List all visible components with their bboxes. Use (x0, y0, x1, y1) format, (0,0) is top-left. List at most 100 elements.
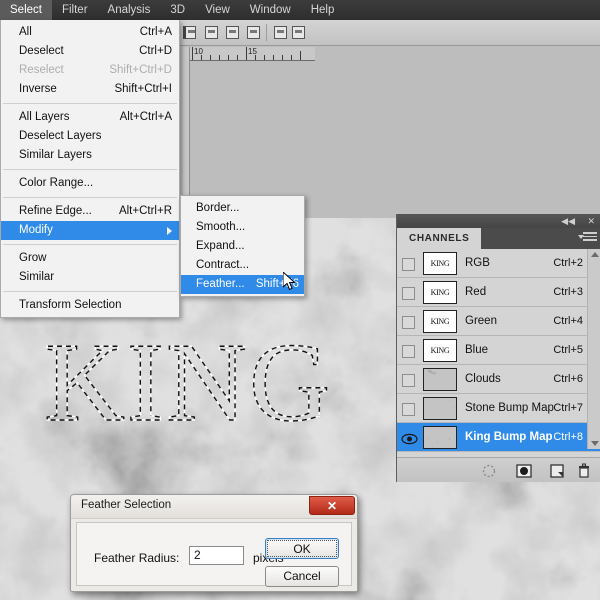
select-dropdown-menu[interactable]: AllCtrl+ADeselectCtrl+DReselectShift+Ctr… (0, 20, 180, 318)
scroll-down-arrow-icon[interactable] (591, 441, 599, 446)
menu-item-reselect[interactable]: ReselectShift+Ctrl+D (1, 61, 179, 80)
load-channel-as-selection-icon[interactable] (481, 463, 497, 479)
panel-tab-row[interactable]: CHANNELS (397, 228, 600, 249)
channel-row[interactable]: KINGRedCtrl+3 (397, 278, 600, 307)
menu-item-shortcut: Ctrl+D (139, 42, 172, 61)
menu-item-label: Color Range... (19, 177, 93, 189)
menu-bar[interactable]: SelectFilterAnalysis3DViewWindowHelp (0, 0, 600, 20)
channel-row[interactable]: CloudsCtrl+6 (397, 365, 600, 394)
menu-item-all-layers[interactable]: All LayersAlt+Ctrl+A (1, 108, 179, 127)
king-artwork-selection: KING KING (40, 318, 390, 438)
distribute-top-edges-icon[interactable] (274, 26, 287, 39)
channel-row[interactable]: KINGGreenCtrl+4 (397, 307, 600, 336)
submenu-arrow-icon (167, 227, 172, 235)
create-new-channel-icon[interactable] (549, 463, 565, 479)
menu-separator (3, 169, 177, 170)
channel-visibility-toggle[interactable] (399, 369, 419, 389)
channel-name: Green (465, 307, 497, 336)
channel-shortcut: Ctrl+5 (553, 336, 583, 365)
menu-separator (3, 291, 177, 292)
channel-thumbnail[interactable] (423, 426, 457, 449)
channel-row[interactable]: Stone Bump MapCtrl+7 (397, 394, 600, 423)
eye-icon-empty (402, 258, 415, 271)
channel-visibility-toggle[interactable] (399, 427, 419, 447)
channel-thumbnail[interactable] (423, 397, 457, 420)
eye-icon (401, 433, 418, 445)
ok-button-label: OK (267, 540, 337, 557)
channel-thumbnail[interactable] (423, 368, 457, 391)
channel-shortcut: Ctrl+8 (553, 423, 583, 452)
channel-thumbnail[interactable]: KING (423, 339, 457, 362)
ruler-label-10: 10 (194, 47, 203, 56)
channel-name: King Bump Map (465, 423, 553, 452)
menu-item-modify[interactable]: Modify (1, 221, 179, 240)
tab-channels[interactable]: CHANNELS (397, 228, 481, 249)
eye-icon-empty (402, 345, 415, 358)
channel-list-scrollbar[interactable] (587, 249, 600, 449)
menu-item-label: Reselect (19, 64, 64, 76)
menu-item-expand[interactable]: Expand... (181, 237, 304, 256)
feather-selection-dialog[interactable]: Feather Selection ✕ Feather Radius: 2 pi… (70, 494, 358, 592)
save-selection-as-channel-icon[interactable] (516, 463, 532, 479)
menu-item-inverse[interactable]: InverseShift+Ctrl+I (1, 80, 179, 99)
channel-thumbnail[interactable]: KING (423, 310, 457, 333)
align-bottom-edges-icon[interactable] (247, 26, 260, 39)
collapse-panel-icon[interactable]: ◀◀ (561, 216, 575, 226)
channel-visibility-toggle[interactable] (399, 398, 419, 418)
menu-item-refine-edge[interactable]: Refine Edge...Alt+Ctrl+R (1, 202, 179, 221)
channel-visibility-toggle[interactable] (399, 340, 419, 360)
thumbnail-text: KING (424, 259, 456, 268)
channel-row[interactable]: KING RGB Ctrl+2 (397, 249, 600, 278)
menu-item-transform-selection[interactable]: Transform Selection (1, 296, 179, 315)
menu-analysis[interactable]: Analysis (98, 0, 161, 20)
menu-view[interactable]: View (195, 0, 240, 20)
menu-window[interactable]: Window (240, 0, 301, 20)
menu-item-similar-layers[interactable]: Similar Layers (1, 146, 179, 165)
menu-item-label: Inverse (19, 83, 57, 95)
delete-channel-icon[interactable] (576, 463, 592, 479)
channels-panel-footer[interactable] (397, 457, 600, 482)
channel-visibility-toggle[interactable] (399, 253, 419, 273)
close-icon[interactable]: ✕ (309, 496, 355, 515)
scroll-up-arrow-icon[interactable] (591, 252, 599, 257)
eye-icon-empty (402, 287, 415, 300)
channel-name: Blue (465, 336, 488, 365)
panel-menu-icon[interactable] (583, 232, 597, 244)
menu-item-smooth[interactable]: Smooth... (181, 218, 304, 237)
menu-3d[interactable]: 3D (160, 0, 195, 20)
channel-row[interactable]: KING Blue Ctrl+5 (397, 336, 600, 365)
channel-visibility-toggle[interactable] (399, 282, 419, 302)
channel-row[interactable]: King Bump MapCtrl+8 (397, 423, 600, 452)
dialog-title-bar[interactable]: Feather Selection ✕ (71, 495, 357, 519)
channel-thumbnail[interactable]: KING (423, 252, 457, 275)
options-bar-separator (266, 24, 267, 41)
thumbnail-texture (424, 398, 457, 420)
menu-item-grow[interactable]: Grow (1, 249, 179, 268)
align-left-edges-icon[interactable] (183, 26, 196, 39)
ok-button[interactable]: OK (265, 538, 339, 559)
menu-help[interactable]: Help (301, 0, 345, 20)
channel-list[interactable]: KINGRGBCtrl+2KINGRedCtrl+3KINGGreenCtrl+… (397, 249, 600, 449)
menu-filter[interactable]: Filter (52, 0, 98, 20)
close-panel-icon[interactable]: ✕ (587, 216, 595, 226)
menu-item-deselect[interactable]: DeselectCtrl+D (1, 42, 179, 61)
menu-select[interactable]: Select (0, 0, 52, 20)
menu-item-border[interactable]: Border... (181, 199, 304, 218)
channel-thumbnail[interactable]: KING (423, 281, 457, 304)
align-top-edges-icon[interactable] (205, 26, 218, 39)
channels-panel[interactable]: ◀◀ ✕ CHANNELS KING RGB Ctrl+2KINGRedCtrl+3… (396, 214, 600, 482)
menu-item-all[interactable]: AllCtrl+A (1, 23, 179, 42)
menu-item-shortcut: Alt+Ctrl+A (120, 108, 172, 127)
align-vertical-centers-icon[interactable] (226, 26, 239, 39)
channel-name: Clouds (465, 365, 501, 394)
menu-item-similar[interactable]: Similar (1, 268, 179, 287)
channel-visibility-toggle[interactable] (399, 311, 419, 331)
menu-item-deselect-layers[interactable]: Deselect Layers (1, 127, 179, 146)
feather-radius-input[interactable]: 2 (189, 546, 244, 565)
menu-item-color-range[interactable]: Color Range... (1, 174, 179, 193)
cancel-button[interactable]: Cancel (265, 566, 339, 587)
distribute-vertical-centers-icon[interactable] (292, 26, 305, 39)
horizontal-ruler: 10 15 (190, 47, 315, 61)
channel-shortcut: Ctrl+2 (553, 249, 583, 278)
channel-name: RGB (465, 249, 490, 278)
